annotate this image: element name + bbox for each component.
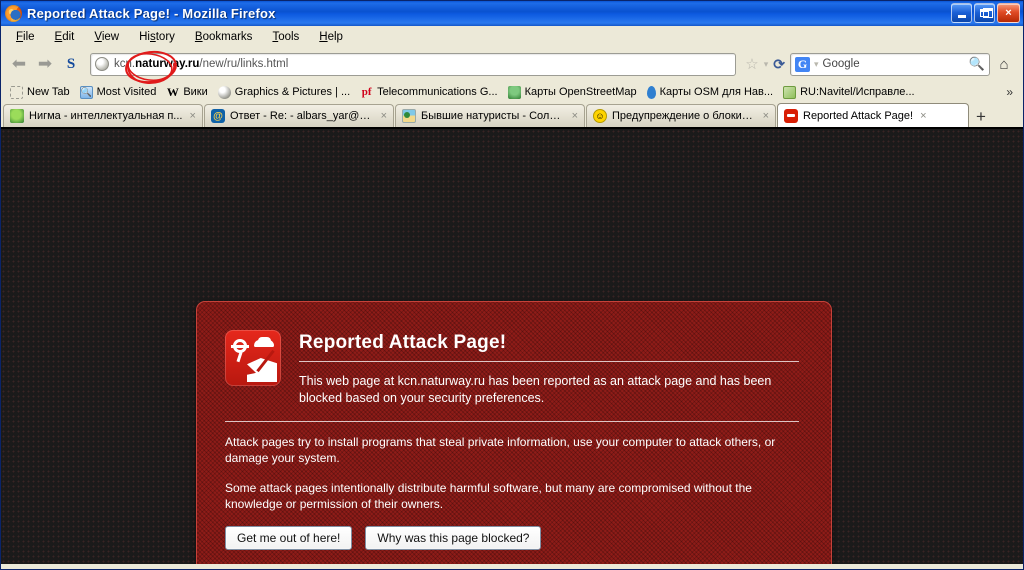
window-title: Reported Attack Page! - Mozilla Firefox xyxy=(27,6,276,21)
search-input[interactable]: Google xyxy=(823,58,965,70)
window-controls: × xyxy=(951,3,1020,23)
minimize-button[interactable] xyxy=(951,3,972,23)
menu-history[interactable]: History xyxy=(130,29,184,45)
search-bar[interactable]: G ▾ Google 🔍 xyxy=(790,52,990,76)
page-content: Reported Attack Page! This web page at k… xyxy=(1,129,1023,564)
why-blocked-button[interactable]: Why was this page blocked? xyxy=(365,526,542,550)
bookmark-openstreetmap[interactable]: Карты OpenStreetMap xyxy=(503,84,642,101)
bookmarks-overflow-icon[interactable]: » xyxy=(1000,85,1019,99)
menu-tools[interactable]: Tools xyxy=(263,29,308,45)
google-icon[interactable]: G xyxy=(795,56,810,72)
wikipedia-icon: W xyxy=(166,84,179,99)
bookmark-label: Graphics & Pictures | ... xyxy=(234,86,351,98)
bookmark-star-icon[interactable]: ☆ xyxy=(745,55,758,73)
tab-naturists[interactable]: Бывшие натуристы - Солнеч... × xyxy=(395,104,585,127)
restore-button[interactable] xyxy=(974,3,995,23)
search-engine-chevron-icon[interactable]: ▾ xyxy=(814,59,819,70)
divider xyxy=(225,421,799,422)
get-me-out-button[interactable]: Get me out of here! xyxy=(225,526,353,550)
nigma-favicon-icon xyxy=(10,109,24,123)
action-buttons: Get me out of here! Why was this page bl… xyxy=(225,526,799,550)
bookmark-telecommunications[interactable]: pf Telecommunications G... xyxy=(355,84,502,101)
bookmark-label: Карты OpenStreetMap xyxy=(524,86,637,98)
bookmark-graphics[interactable]: Graphics & Pictures | ... xyxy=(213,84,355,101)
back-arrow-icon[interactable]: ⬅ xyxy=(6,52,32,76)
attack-warning-panel: Reported Attack Page! This web page at k… xyxy=(196,301,832,564)
close-button[interactable]: × xyxy=(997,3,1020,23)
tab-close-icon[interactable]: × xyxy=(572,110,578,122)
bookmark-label: Telecommunications G... xyxy=(377,86,498,98)
menu-help[interactable]: Help xyxy=(310,29,352,45)
menu-edit[interactable]: Edit xyxy=(46,29,84,45)
search-icon[interactable]: 🔍 xyxy=(969,56,985,72)
bookmark-label: Вики xyxy=(183,86,208,98)
pf-icon: pf xyxy=(361,86,372,98)
bookmark-label: Most Visited xyxy=(96,86,157,98)
firefox-window: Reported Attack Page! - Mozilla Firefox … xyxy=(0,0,1024,570)
attack-page-icon xyxy=(225,330,281,386)
block-favicon-icon xyxy=(784,108,798,123)
osm-icon xyxy=(507,85,521,99)
tab-close-icon[interactable]: × xyxy=(381,110,387,122)
address-bar[interactable]: kcn.naturway.ru/new/ru/links.html xyxy=(90,52,737,76)
skype-plugin-icon[interactable]: S xyxy=(58,52,84,76)
title-bar: Reported Attack Page! - Mozilla Firefox … xyxy=(1,1,1023,26)
url-text: kcn.naturway.ru/new/ru/links.html xyxy=(114,58,289,70)
tab-blocking-warning[interactable]: ☺ Предупреждение о блокиро... × xyxy=(586,104,776,127)
tab-close-icon[interactable]: × xyxy=(189,110,195,122)
tab-mail[interactable]: @ Ответ - Re: - albars_yar@mai... × xyxy=(204,104,394,127)
menu-view[interactable]: View xyxy=(85,29,128,45)
bookmark-wiki[interactable]: W Вики xyxy=(161,84,212,101)
address-bar-actions: ☆ ▾ ⟳ xyxy=(740,55,790,74)
divider xyxy=(299,361,799,362)
tab-close-icon[interactable]: × xyxy=(763,110,769,122)
bookmark-osm-nav[interactable]: Карты OSM для Нав... xyxy=(642,84,778,101)
tab-close-icon[interactable]: × xyxy=(920,110,926,122)
chevron-down-icon[interactable]: ▾ xyxy=(764,59,769,70)
page-lead-text: This web page at kcn.naturway.ru has bee… xyxy=(299,374,772,405)
menu-bar: File Edit View History Bookmarks Tools H… xyxy=(1,26,1023,47)
tab-label: Бывшие натуристы - Солнеч... xyxy=(421,110,565,122)
tab-label: Reported Attack Page! xyxy=(803,109,914,122)
most-visited-icon: 🔍 xyxy=(79,85,93,99)
menu-file[interactable]: File xyxy=(7,29,44,45)
menu-bookmarks[interactable]: Bookmarks xyxy=(186,29,262,45)
navigation-toolbar: ⬅ ➡ S kcn.naturway.ru/new/ru/links.html … xyxy=(1,47,1023,81)
beach-favicon-icon xyxy=(402,109,416,123)
firefox-logo-icon xyxy=(5,5,22,22)
mail-favicon-icon: @ xyxy=(211,109,225,123)
forward-arrow-icon[interactable]: ➡ xyxy=(32,52,58,76)
paragraph-attack-pages: Attack pages try to install programs tha… xyxy=(225,435,776,465)
tab-label: Предупреждение о блокиро... xyxy=(612,110,756,122)
bookmark-label: New Tab xyxy=(27,86,70,98)
tab-label: Ответ - Re: - albars_yar@mai... xyxy=(230,110,374,122)
page-title: Reported Attack Page! xyxy=(299,332,507,353)
panel-body: Attack pages try to install programs tha… xyxy=(225,421,799,550)
bookmark-new-tab[interactable]: New Tab xyxy=(5,84,75,101)
reload-icon[interactable]: ⟳ xyxy=(773,56,785,73)
newtab-icon xyxy=(10,85,23,99)
globe-gray-icon xyxy=(217,85,231,99)
paragraph-compromised: Some attack pages intentionally distribu… xyxy=(225,481,752,511)
globe-icon xyxy=(95,57,109,71)
smiley-favicon-icon: ☺ xyxy=(593,109,607,123)
tab-bar: Нигма - интеллектуальная п... × @ Ответ … xyxy=(1,103,1023,129)
tab-nigma[interactable]: Нигма - интеллектуальная п... × xyxy=(3,104,203,127)
bookmark-most-visited[interactable]: 🔍 Most Visited xyxy=(75,84,162,101)
tab-reported-attack-page[interactable]: Reported Attack Page! × xyxy=(777,103,969,127)
tab-label: Нигма - интеллектуальная п... xyxy=(29,110,183,122)
map-pin-icon xyxy=(646,85,656,99)
bookmark-label: RU:Navitel/Исправле... xyxy=(800,86,915,98)
bookmark-navitel[interactable]: RU:Navitel/Исправле... xyxy=(778,84,920,101)
panel-header: Reported Attack Page! This web page at k… xyxy=(225,330,799,407)
bookmark-label: Карты OSM для Нав... xyxy=(659,86,774,98)
home-icon[interactable]: ⌂ xyxy=(990,56,1018,73)
navitel-icon xyxy=(783,85,797,99)
new-tab-button[interactable]: + xyxy=(970,108,992,127)
bookmarks-bar: New Tab 🔍 Most Visited W Вики Graphics &… xyxy=(1,81,1023,103)
